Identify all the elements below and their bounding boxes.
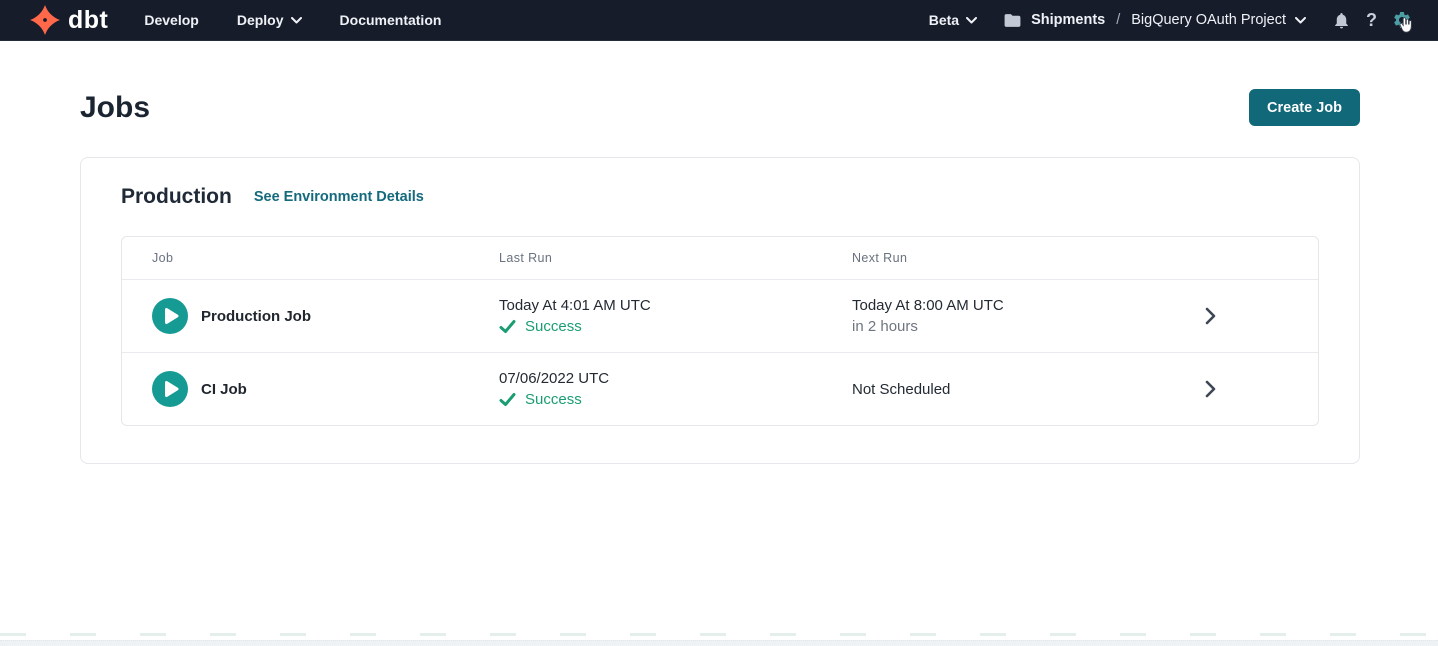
column-header-last-run: Last Run (499, 251, 852, 265)
dbt-logo[interactable]: dbt (30, 5, 108, 35)
environment-details-link[interactable]: See Environment Details (254, 189, 424, 205)
next-run-note: in 2 hours (852, 318, 1182, 335)
nav-item-develop[interactable]: Develop (144, 12, 198, 28)
job-cell: Production Job (152, 298, 499, 334)
bottom-dashed-divider (0, 633, 1438, 636)
next-run-time: Today At 8:00 AM UTC (852, 297, 1182, 314)
next-run-cell: Not Scheduled (852, 381, 1182, 398)
page-title: Jobs (80, 91, 150, 125)
brand-name: dbt (68, 8, 108, 33)
status-line: Success (499, 318, 852, 335)
page-header: Jobs Create Job (0, 41, 1438, 126)
nav-item-label: Develop (144, 12, 198, 28)
last-run-cell: Today At 4:01 AM UTC Success (499, 297, 852, 335)
table-row[interactable]: Production Job Today At 4:01 AM UTC Succ… (122, 279, 1318, 352)
nav-item-label: Deploy (237, 12, 284, 28)
nav-item-label: Documentation (340, 12, 442, 28)
chevron-down-icon (1295, 17, 1306, 24)
primary-nav: Develop Deploy Documentation (144, 12, 441, 28)
status-badge: Success (525, 391, 582, 408)
environment-name: Production (121, 185, 232, 209)
table-header-row: Job Last Run Next Run (122, 237, 1318, 279)
beta-selector[interactable]: Beta (929, 12, 977, 28)
project-breadcrumb[interactable]: Shipments / BigQuery OAuth Project (1003, 11, 1306, 30)
top-navbar: dbt Develop Deploy Documentation Beta Sh… (0, 0, 1438, 41)
play-icon[interactable] (152, 371, 188, 407)
chevron-down-icon (291, 17, 302, 24)
table-row[interactable]: CI Job 07/06/2022 UTC Success Not Schedu… (122, 352, 1318, 425)
column-header-job: Job (152, 251, 499, 265)
next-run-cell: Today At 8:00 AM UTC in 2 hours (852, 297, 1182, 335)
job-cell: CI Job (152, 371, 499, 407)
main-content: Jobs Create Job Production See Environme… (0, 41, 1438, 464)
project-name: BigQuery OAuth Project (1131, 12, 1286, 28)
row-open-chevron[interactable] (1182, 307, 1238, 325)
last-run-time: Today At 4:01 AM UTC (499, 297, 852, 314)
breadcrumb-separator: / (1114, 12, 1122, 28)
chevron-right-icon (1205, 380, 1216, 398)
play-icon[interactable] (152, 298, 188, 334)
next-run-time: Not Scheduled (852, 381, 1182, 398)
environment-header: Production See Environment Details (121, 185, 1319, 209)
dbt-logo-icon (30, 5, 60, 35)
gear-icon[interactable] (1392, 10, 1412, 30)
status-badge: Success (525, 318, 582, 335)
job-name: Production Job (201, 308, 311, 325)
last-run-time: 07/06/2022 UTC (499, 370, 852, 387)
navbar-right: Beta Shipments / BigQuery OAuth Project … (929, 10, 1412, 31)
bell-icon[interactable] (1332, 11, 1351, 30)
chevron-down-icon (966, 17, 977, 24)
navbar-icons: ? (1332, 10, 1412, 31)
nav-item-documentation[interactable]: Documentation (340, 12, 442, 28)
last-run-cell: 07/06/2022 UTC Success (499, 370, 852, 408)
environment-card: Production See Environment Details Job L… (80, 157, 1360, 464)
beta-label: Beta (929, 12, 959, 28)
check-icon (499, 392, 516, 407)
chevron-right-icon (1205, 307, 1216, 325)
check-icon (499, 319, 516, 334)
create-job-button[interactable]: Create Job (1249, 89, 1360, 126)
nav-item-deploy[interactable]: Deploy (237, 12, 302, 28)
folder-icon (1003, 11, 1022, 30)
row-open-chevron[interactable] (1182, 380, 1238, 398)
column-header-next-run: Next Run (852, 251, 1182, 265)
help-icon[interactable]: ? (1366, 10, 1377, 31)
job-name: CI Job (201, 381, 247, 398)
account-name: Shipments (1031, 12, 1105, 28)
status-line: Success (499, 391, 852, 408)
jobs-table: Job Last Run Next Run Production Job (121, 236, 1319, 426)
bottom-edge-strip (0, 640, 1438, 646)
